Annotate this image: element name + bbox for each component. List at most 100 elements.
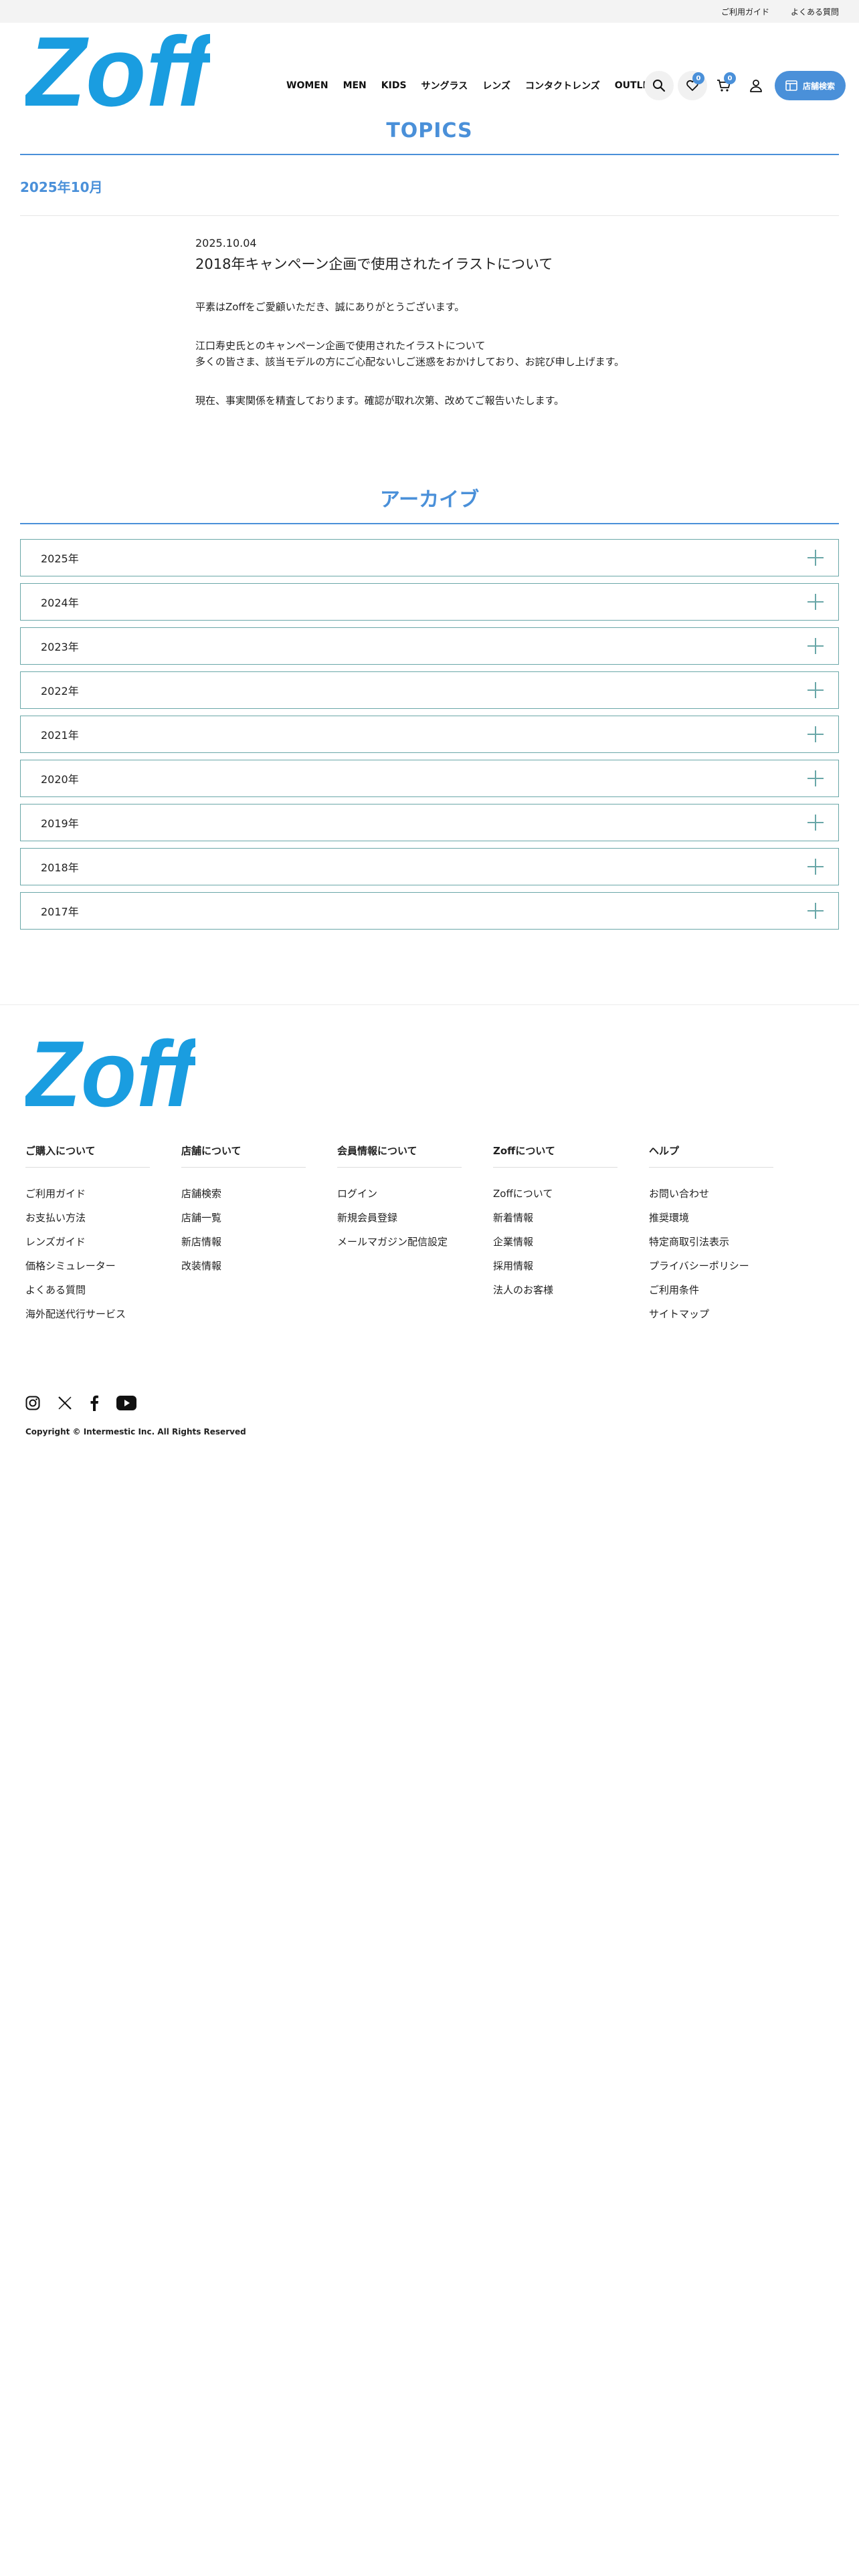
guide-link[interactable]: ご利用ガイド [721, 6, 769, 17]
plus-icon [807, 770, 824, 786]
footer-link[interactable]: サイトマップ [649, 1307, 805, 1331]
footer-col-stores: 店舗について 店舗検索 店舗一覧 新店情報 改装情報 [181, 1144, 337, 1331]
footer-link[interactable]: 海外配送代行サービス [25, 1307, 181, 1331]
footer-link[interactable]: お支払い方法 [25, 1210, 181, 1235]
plus-icon [807, 815, 824, 831]
archive-year-2024[interactable]: 2024年 [20, 583, 839, 621]
main-nav: WOMEN MEN KIDS サングラス レンズ コンタクトレンズ OUTLET [286, 56, 656, 115]
search-icon [653, 80, 666, 92]
search-button[interactable] [644, 71, 674, 100]
footer-link[interactable]: 推奨環境 [649, 1210, 805, 1235]
footer-col-purchase: ご購入について ご利用ガイド お支払い方法 レンズガイド 価格シミュレーター よ… [25, 1144, 181, 1331]
footer-link[interactable]: よくある質問 [25, 1283, 181, 1307]
footer-divider [0, 1004, 859, 1005]
site-header: Zoff WOMEN MEN KIDS サングラス レンズ コンタクトレンズ O… [0, 23, 859, 116]
cart-count-badge: 0 [724, 72, 736, 84]
article-paragraph: 現在、事実関係を精査しております。確認が取れ次第、改めてご報告いたします。 [195, 395, 565, 407]
instagram-icon[interactable] [25, 1396, 40, 1410]
plus-icon [807, 594, 824, 610]
nav-women[interactable]: WOMEN [286, 80, 328, 91]
footer-link[interactable]: 価格シミュレーター [25, 1259, 181, 1283]
archive-year-label: 2020年 [41, 773, 79, 786]
footer-link[interactable]: 新規会員登録 [337, 1210, 493, 1235]
nav-contact-lenses[interactable]: コンタクトレンズ [525, 79, 600, 92]
store-search-button[interactable]: 店舗検索 [775, 71, 846, 100]
article-paragraph: 江口寿史氏とのキャンペーン企画で使用されたイラストについて 多くの皆さま、該当モ… [195, 340, 625, 368]
favorites-count-badge: 0 [692, 72, 704, 84]
archive-year-label: 2022年 [41, 685, 79, 697]
article-body: 平素はZoffをご愛顧いただき、誠にありがとうございます。 江口寿史氏とのキャン… [195, 299, 704, 409]
archive-year-2018[interactable]: 2018年 [20, 848, 839, 885]
favorites-button[interactable]: 0 [678, 71, 707, 100]
archive-year-2022[interactable]: 2022年 [20, 671, 839, 709]
footer-link[interactable]: 採用情報 [493, 1259, 649, 1283]
footer-link[interactable]: 店舗一覧 [181, 1210, 337, 1235]
footer-link[interactable]: ご利用条件 [649, 1283, 805, 1307]
utility-bar: ご利用ガイド よくある質問 [0, 0, 859, 23]
month-heading: 2025年10月 [20, 179, 103, 195]
footer-link[interactable]: Zoffについて [493, 1186, 649, 1210]
footer-link[interactable]: 特定商取引法表示 [649, 1235, 805, 1259]
archive-year-label: 2025年 [41, 552, 79, 565]
footer-link[interactable]: 企業情報 [493, 1235, 649, 1259]
plus-icon [807, 903, 824, 919]
nav-lenses[interactable]: レンズ [482, 79, 510, 92]
cart-button[interactable]: 0 [709, 71, 739, 100]
footer-link[interactable]: ログイン [337, 1186, 493, 1210]
footer-link[interactable]: 新着情報 [493, 1210, 649, 1235]
footer-col-heading: 店舗について [181, 1144, 306, 1168]
footer-col-heading: 会員情報について [337, 1144, 462, 1168]
archive-year-2017[interactable]: 2017年 [20, 892, 839, 930]
article-headline: 2018年キャンペーン企画で使用されたイラストについて [195, 256, 553, 272]
footer-link[interactable]: メールマガジン配信設定 [337, 1235, 493, 1259]
archive-year-label: 2018年 [41, 861, 79, 874]
footer-col-heading: ご購入について [25, 1144, 150, 1168]
archive-year-2019[interactable]: 2019年 [20, 804, 839, 841]
archive-year-2023[interactable]: 2023年 [20, 627, 839, 665]
nav-kids[interactable]: KIDS [381, 80, 407, 91]
archive-divider [20, 523, 839, 524]
archive-accordion: 2025年 2024年 2023年 2022年 2021年 2020年 2019… [20, 539, 839, 936]
footer-zoff-logo[interactable]: Zoff [25, 1035, 195, 1110]
plus-icon [807, 550, 824, 566]
footer-link[interactable]: プライバシーポリシー [649, 1259, 805, 1283]
plus-icon [807, 726, 824, 742]
article-date: 2025.10.04 [195, 237, 257, 249]
facebook-icon[interactable] [90, 1395, 99, 1411]
topic-article: 2025.10.04 2018年キャンペーン企画で使用されたイラストについて 平… [195, 237, 704, 431]
archive-year-label: 2019年 [41, 817, 79, 830]
article-paragraph: 平素はZoffをご愛顧いただき、誠にありがとうございます。 [195, 301, 465, 313]
nav-men[interactable]: MEN [343, 80, 367, 91]
social-links [25, 1395, 136, 1411]
x-icon[interactable] [58, 1396, 72, 1410]
footer-link[interactable]: レンズガイド [25, 1235, 181, 1259]
plus-icon [807, 638, 824, 654]
account-button[interactable] [741, 71, 771, 100]
nav-sunglasses[interactable]: サングラス [421, 79, 468, 92]
archive-year-label: 2023年 [41, 641, 79, 653]
title-divider [20, 154, 839, 155]
archive-title: アーカイブ [379, 488, 480, 512]
store-search-label: 店舗検索 [802, 81, 835, 91]
footer-link[interactable]: ご利用ガイド [25, 1186, 181, 1210]
archive-year-2020[interactable]: 2020年 [20, 760, 839, 797]
footer-link[interactable]: 法人のお客様 [493, 1283, 649, 1307]
logo-text: Zoff [25, 31, 210, 110]
utility-links: ご利用ガイド よくある質問 [721, 0, 839, 23]
footer-link[interactable]: お問い合わせ [649, 1186, 805, 1210]
footer-link[interactable]: 店舗検索 [181, 1186, 337, 1210]
zoff-logo[interactable]: Zoff [25, 31, 210, 110]
archive-year-2021[interactable]: 2021年 [20, 716, 839, 753]
store-icon [785, 80, 797, 91]
faq-link[interactable]: よくある質問 [791, 6, 839, 17]
archive-year-2025[interactable]: 2025年 [20, 539, 839, 576]
archive-year-label: 2024年 [41, 597, 79, 609]
footer-link[interactable]: 新店情報 [181, 1235, 337, 1259]
footer-col-heading: ヘルプ [649, 1144, 773, 1168]
archive-year-label: 2021年 [41, 729, 79, 742]
footer-columns: ご購入について ご利用ガイド お支払い方法 レンズガイド 価格シミュレーター よ… [25, 1144, 828, 1331]
footer-logo-text: Zoff [25, 1035, 195, 1110]
footer-link[interactable]: 改装情報 [181, 1259, 337, 1283]
youtube-icon[interactable] [116, 1396, 136, 1410]
footer-col-heading: Zoffについて [493, 1144, 617, 1168]
